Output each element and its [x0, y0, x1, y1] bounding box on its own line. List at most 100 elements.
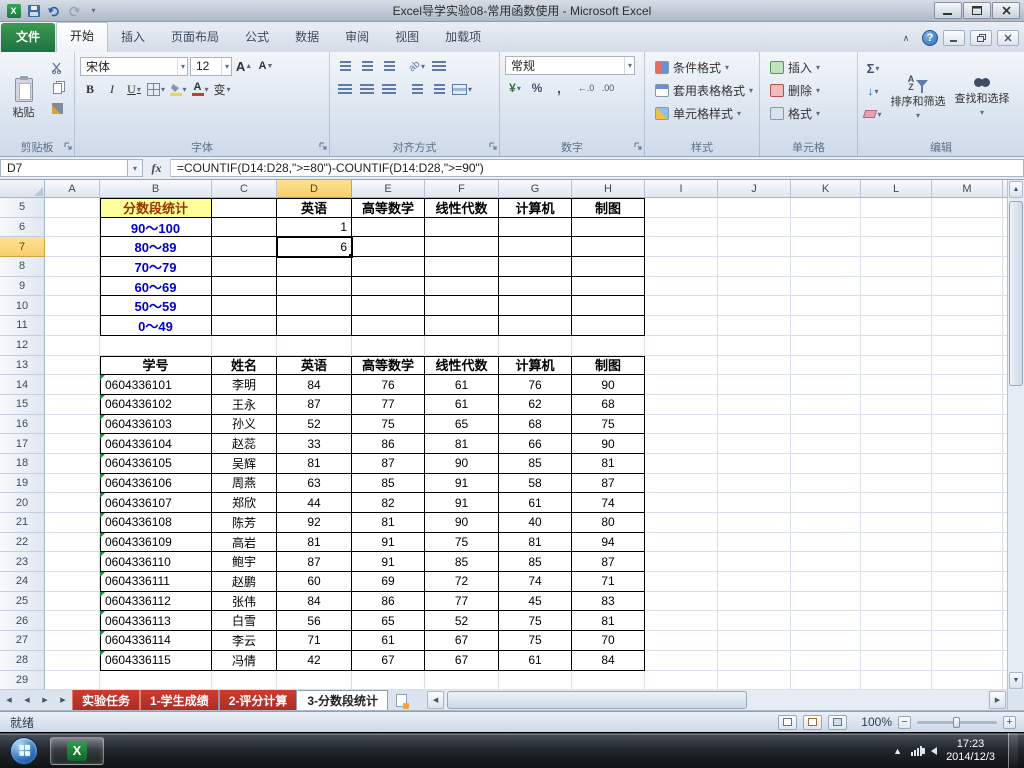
cell-H29[interactable] [572, 670, 645, 690]
insert-function-button[interactable]: fx [143, 159, 171, 177]
cell-F13[interactable]: 线性代数 [425, 355, 499, 376]
cell-G27[interactable]: 75 [499, 631, 572, 651]
decrease-indent-button[interactable] [407, 79, 427, 99]
cell-styles-button[interactable]: 单元格样式 ▾ [650, 102, 754, 124]
cell-M11[interactable] [932, 316, 1003, 336]
row-header-26[interactable]: 26 [0, 611, 45, 632]
cell-F15[interactable]: 61 [425, 394, 499, 415]
ribbon-tab-页面布局[interactable]: 页面布局 [158, 23, 232, 52]
cell-C7[interactable] [212, 237, 277, 258]
prev-sheet-button[interactable]: ◀ [18, 690, 36, 710]
borders-button[interactable]: ▾ [146, 79, 166, 99]
cell-L25[interactable] [861, 591, 932, 612]
cell-C10[interactable] [212, 296, 277, 317]
cell-J13[interactable] [718, 355, 791, 376]
cell-B6[interactable]: 90～100 [100, 217, 212, 238]
ribbon-tab-加载项[interactable]: 加载项 [432, 23, 494, 52]
cell-F14[interactable]: 61 [425, 375, 499, 395]
cell-F17[interactable]: 81 [425, 434, 499, 454]
cell-N29[interactable] [1003, 670, 1007, 690]
cell-G23[interactable]: 85 [499, 552, 572, 573]
cell-N26[interactable] [1003, 611, 1007, 632]
cell-G12[interactable] [499, 335, 572, 356]
cell-I29[interactable] [645, 670, 718, 690]
zoom-level[interactable]: 100% [861, 715, 892, 729]
clipboard-dialog-launcher[interactable] [64, 139, 72, 153]
cell-M14[interactable] [932, 375, 1003, 395]
row-header-27[interactable]: 27 [0, 631, 45, 651]
cell-B29[interactable] [100, 670, 212, 690]
cell-K19[interactable] [791, 473, 861, 494]
ribbon-tab-审阅[interactable]: 审阅 [332, 23, 382, 52]
percent-format-button[interactable]: % [527, 78, 547, 98]
horizontal-scroll-track[interactable] [445, 690, 988, 710]
cell-N24[interactable] [1003, 572, 1007, 592]
cell-M13[interactable] [932, 355, 1003, 376]
row-header-12[interactable]: 12 [0, 335, 45, 356]
row-header-11[interactable]: 11 [0, 316, 45, 336]
cell-I7[interactable] [645, 237, 718, 258]
cell-D13[interactable]: 英语 [277, 355, 352, 376]
cell-M18[interactable] [932, 453, 1003, 474]
column-header-L[interactable]: L [861, 180, 932, 198]
cell-E21[interactable]: 81 [352, 513, 425, 533]
cell-D19[interactable]: 63 [277, 473, 352, 494]
align-middle-button[interactable] [357, 56, 377, 76]
cell-H18[interactable]: 81 [572, 453, 645, 474]
cell-F29[interactable] [425, 670, 499, 690]
cell-J29[interactable] [718, 670, 791, 690]
column-header-F[interactable]: F [425, 180, 499, 198]
cell-A20[interactable] [45, 493, 100, 513]
cell-M24[interactable] [932, 572, 1003, 592]
cell-L23[interactable] [861, 552, 932, 573]
fill-button[interactable]: ↓ ▾ [863, 81, 883, 101]
cell-I23[interactable] [645, 552, 718, 573]
cell-E6[interactable] [352, 217, 425, 238]
cell-H17[interactable]: 90 [572, 434, 645, 454]
cell-M15[interactable] [932, 394, 1003, 415]
cell-G9[interactable] [499, 276, 572, 297]
cell-E23[interactable]: 91 [352, 552, 425, 573]
cell-J11[interactable] [718, 316, 791, 336]
number-dialog-launcher[interactable] [634, 139, 642, 153]
cell-F12[interactable] [425, 335, 499, 356]
sheet-tab-实验任务[interactable]: 实验任务 [72, 690, 141, 710]
underline-button[interactable]: U ▾ [124, 79, 144, 99]
cell-F16[interactable]: 65 [425, 414, 499, 435]
volume-icon[interactable] [922, 746, 938, 755]
row-header-28[interactable]: 28 [0, 650, 45, 671]
cell-F11[interactable] [425, 316, 499, 336]
help-button[interactable]: ? [922, 30, 938, 46]
cell-M29[interactable] [932, 670, 1003, 690]
grow-font-button[interactable]: A ▲ [234, 56, 254, 76]
cell-F25[interactable]: 77 [425, 591, 499, 612]
normal-view-button[interactable] [778, 714, 798, 730]
cell-G7[interactable] [499, 237, 572, 258]
cell-H7[interactable] [572, 237, 645, 258]
cell-D27[interactable]: 71 [277, 631, 352, 651]
cell-L27[interactable] [861, 631, 932, 651]
cell-M20[interactable] [932, 493, 1003, 513]
name-box-dropdown[interactable]: ▾ [128, 159, 143, 177]
cell-F27[interactable]: 67 [425, 631, 499, 651]
cell-B28[interactable]: 0604336115 [100, 650, 212, 671]
ribbon-tab-开始[interactable]: 开始 [56, 22, 109, 52]
cell-I16[interactable] [645, 414, 718, 435]
excel-logo-icon[interactable]: X [5, 3, 22, 19]
cell-K5[interactable] [791, 198, 861, 218]
row-header-18[interactable]: 18 [0, 453, 45, 474]
cell-C29[interactable] [212, 670, 277, 690]
cell-I20[interactable] [645, 493, 718, 513]
cell-L20[interactable] [861, 493, 932, 513]
copy-button[interactable] [45, 79, 69, 97]
cell-C15[interactable]: 王永 [212, 394, 277, 415]
conditional-formatting-button[interactable]: 条件格式 ▾ [650, 56, 754, 78]
cell-G17[interactable]: 66 [499, 434, 572, 454]
cell-E8[interactable] [352, 257, 425, 277]
cell-J26[interactable] [718, 611, 791, 632]
page-layout-view-button[interactable] [803, 714, 823, 730]
scroll-up-button[interactable]: ▲ [1009, 181, 1023, 198]
cell-L13[interactable] [861, 355, 932, 376]
cell-I11[interactable] [645, 316, 718, 336]
cell-J8[interactable] [718, 257, 791, 277]
